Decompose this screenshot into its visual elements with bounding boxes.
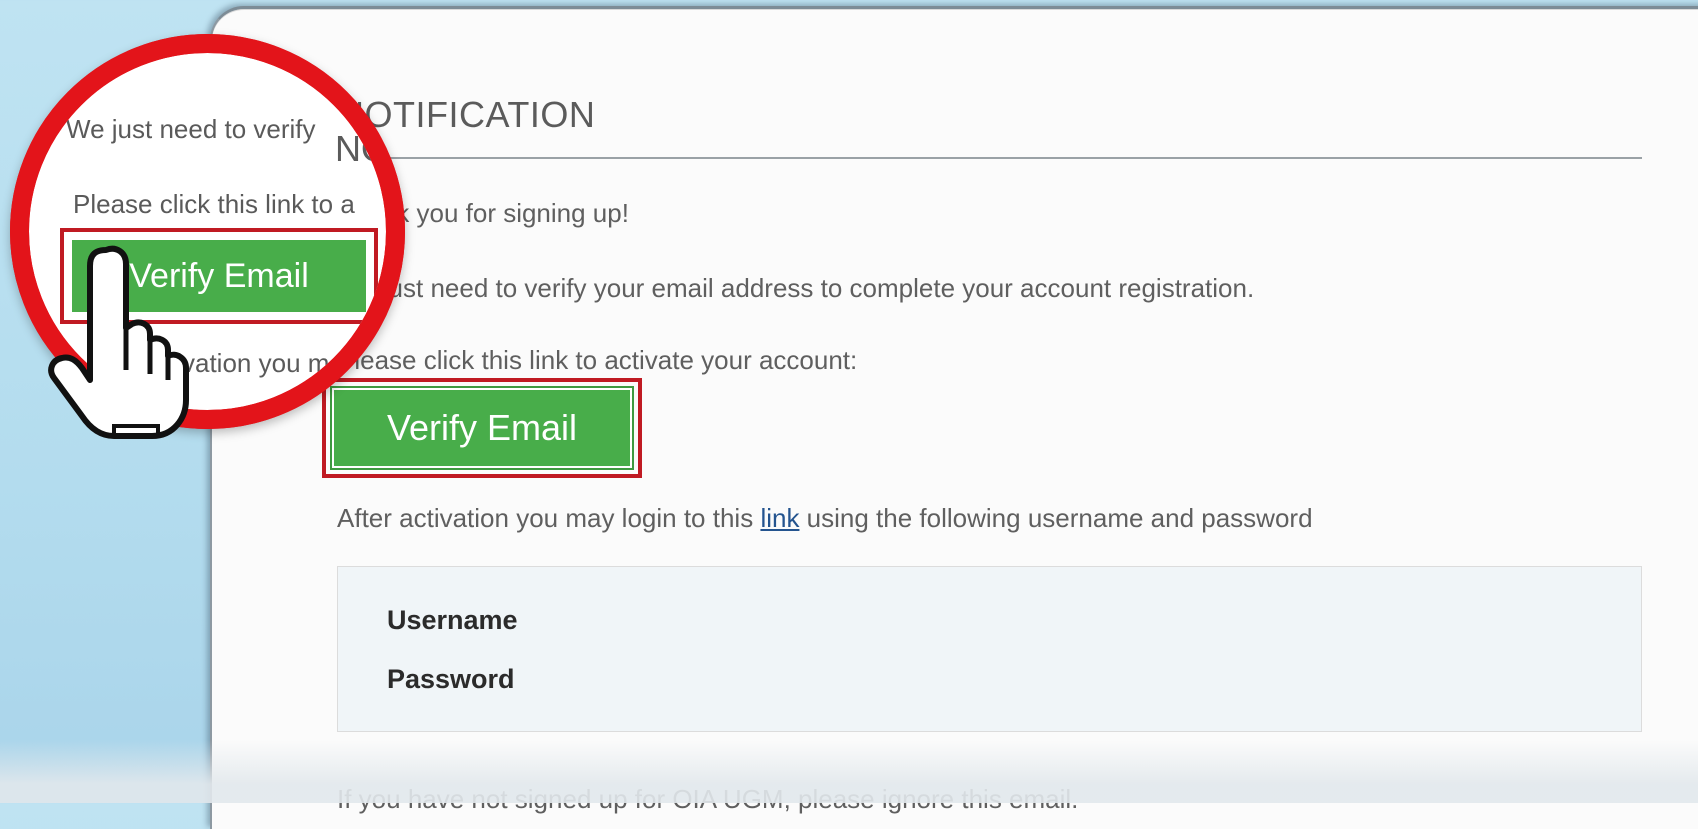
username-label: Username bbox=[387, 605, 518, 635]
magnifier-text-line1: We just need to verify bbox=[66, 114, 316, 144]
verify-instruction-text: We just need to verify your email addres… bbox=[337, 273, 1255, 303]
login-text-end: using the following username and passwor… bbox=[799, 503, 1313, 533]
activate-instruction-text: Please click this link to activate your … bbox=[337, 345, 858, 375]
hand-pointer-icon bbox=[48, 245, 189, 439]
login-text-start: After activation you may login to this bbox=[337, 503, 761, 533]
login-instruction-text: After activation you may login to this l… bbox=[337, 503, 1313, 534]
heading-divider bbox=[338, 157, 1642, 159]
password-label: Password bbox=[387, 664, 515, 694]
credentials-box: Username Password bbox=[337, 566, 1642, 732]
magnifier-text-line2: Please click this link to a bbox=[73, 189, 355, 219]
login-link[interactable]: link bbox=[760, 503, 799, 533]
footer-text: If you have not signed up for OIA UGM, p… bbox=[337, 784, 1079, 814]
